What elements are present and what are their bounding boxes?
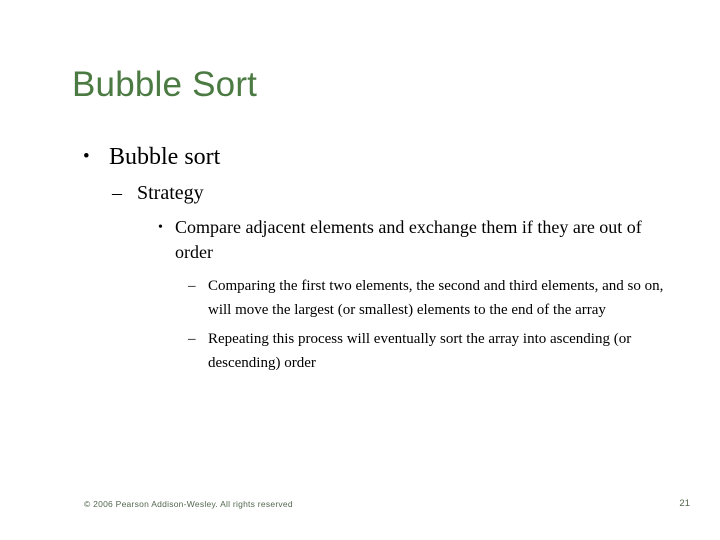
slide-canvas: Bubble Sort • Bubble sort – Strategy • C… <box>0 0 720 540</box>
page-title: Bubble Sort <box>72 65 258 105</box>
list-item-level4-label: Comparing the first two elements, the se… <box>208 278 664 318</box>
bullet-dot-icon: • <box>158 220 163 235</box>
bullet-dot-icon: • <box>83 146 90 167</box>
list-item-level2-label: Strategy <box>137 182 204 204</box>
bullet-dash-icon: – <box>112 182 122 204</box>
list-item-level1: • Bubble sort <box>83 142 672 172</box>
list-item-level1-label: Bubble sort <box>109 144 221 170</box>
list-item-level4: – Comparing the first two elements, the … <box>188 275 672 322</box>
bullet-dash-icon: – <box>188 331 196 347</box>
copyright-notice: © 2006 Pearson Addison-Wesley. All right… <box>84 499 293 509</box>
page-number: 21 <box>679 498 690 509</box>
list-item-level2: – Strategy <box>112 180 672 207</box>
list-item-level3: • Compare adjacent elements and exchange… <box>158 215 672 265</box>
bullet-dash-icon: – <box>188 278 196 294</box>
list-item-level3-label: Compare adjacent elements and exchange t… <box>175 217 642 262</box>
list-item-level4-label: Repeating this process will eventually s… <box>208 331 632 371</box>
slide-body: • Bubble sort – Strategy • Compare adjac… <box>72 142 672 375</box>
list-item-level4: – Repeating this process will eventually… <box>188 328 672 375</box>
